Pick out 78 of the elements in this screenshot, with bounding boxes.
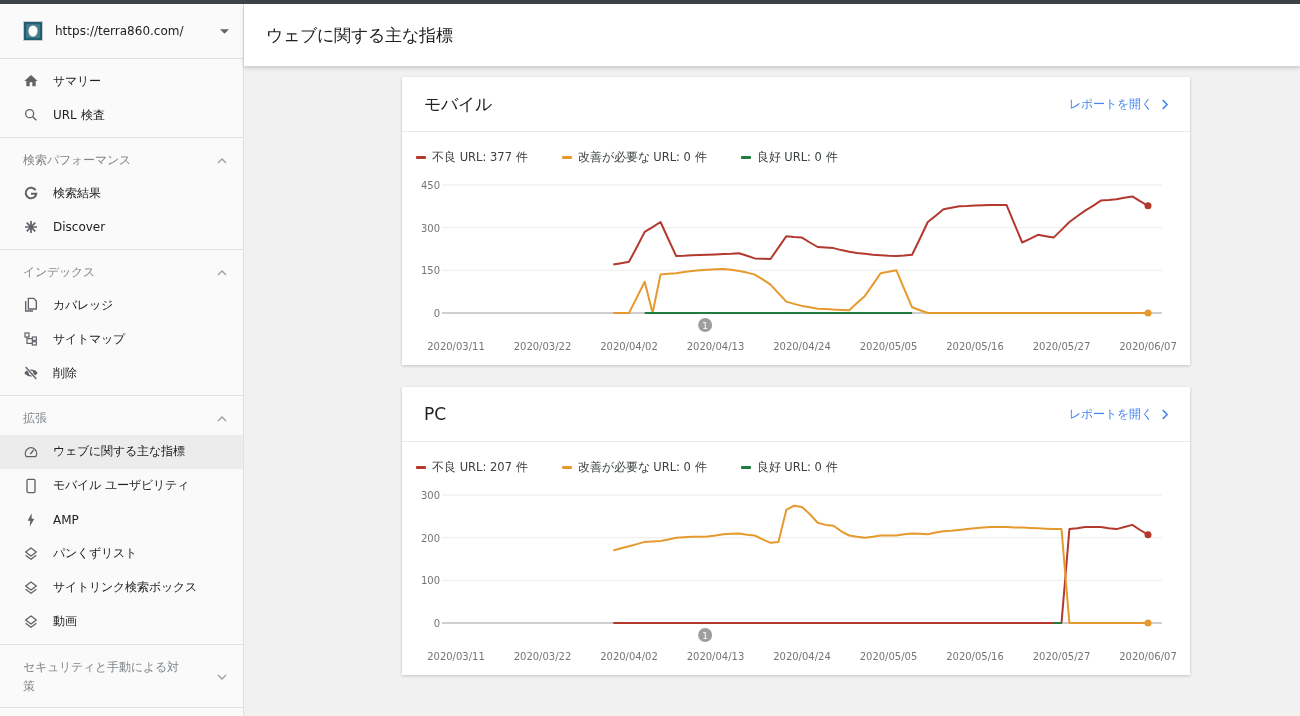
legend-label: 良好 URL: 0 件: [756, 150, 838, 165]
sidebar-item[interactable]: サマリー: [0, 64, 243, 98]
legend-label: 不良 URL: 377 件: [432, 150, 528, 165]
legend-label: 不良 URL: 207 件: [432, 460, 528, 475]
x-tick-label: 2020/03/11: [427, 651, 485, 662]
chevron-icon[interactable]: [217, 269, 227, 276]
chevron-right-icon: [1161, 408, 1168, 420]
end-point-dot: [1144, 202, 1152, 210]
chevron-icon[interactable]: [217, 673, 227, 680]
x-tick-label: 2020/05/05: [859, 651, 918, 662]
sidebar-item[interactable]: URL 検査: [0, 98, 243, 132]
x-tick-label: 2020/05/27: [1032, 651, 1091, 662]
sidebar-item[interactable]: AMP: [0, 502, 243, 537]
section-heading: 検索パフォーマンス: [23, 152, 132, 169]
section-heading: セキュリティと手動による対策: [23, 658, 180, 695]
x-tick-label: 2020/05/16: [946, 341, 1004, 352]
home-icon: [23, 73, 39, 89]
card-title: PC: [424, 404, 447, 424]
sitemap-icon: [23, 331, 39, 348]
phone-icon: [23, 477, 39, 494]
x-tick-label: 2020/04/13: [686, 341, 745, 352]
card-title: モバイル: [424, 92, 492, 116]
open-report-link[interactable]: レポートを開く: [1069, 405, 1168, 423]
x-tick-label: 2020/05/16: [946, 651, 1004, 662]
sidebar-item[interactable]: カバレッジ: [0, 288, 243, 323]
eye-off-icon: [23, 365, 39, 382]
chevron-icon[interactable]: [217, 415, 227, 422]
sidebar-item[interactable]: 削除: [0, 356, 243, 391]
y-tick-label: 200: [420, 532, 440, 544]
y-tick-label: 150: [420, 265, 440, 277]
legend-label: 改善が必要な URL: 0 件: [577, 460, 707, 475]
x-tick-label: 2020/06/07: [1119, 651, 1177, 662]
section-heading: 拡張: [23, 410, 48, 428]
y-tick-label: 450: [420, 180, 440, 191]
x-tick-label: 2020/04/02: [600, 651, 658, 662]
x-tick-label: 2020/04/02: [600, 341, 658, 352]
x-tick-label: 2020/04/24: [773, 651, 831, 662]
layers-icon: [23, 579, 39, 596]
end-point-dot: [1144, 309, 1152, 317]
sidebar-item[interactable]: 動画: [0, 604, 243, 639]
sidebar-item[interactable]: サイトマップ: [0, 322, 243, 357]
open-report-link[interactable]: レポートを開く: [1069, 95, 1168, 113]
asterisk-icon: [23, 219, 39, 236]
sidebar-item[interactable]: 検索結果: [0, 176, 243, 211]
x-tick-label: 2020/03/22: [513, 341, 572, 352]
copy-icon: [23, 297, 39, 314]
sidebar-item[interactable]: サイトリンク検索ボックス: [0, 570, 243, 605]
y-tick-label: 0: [433, 308, 440, 319]
legend-label: 改善が必要な URL: 0 件: [577, 150, 707, 165]
x-tick-label: 2020/03/22: [513, 651, 572, 662]
section-heading: インデックス: [23, 264, 96, 282]
site-favicon-icon: [23, 21, 43, 41]
y-tick-label: 0: [433, 618, 440, 629]
end-point-dot: [1144, 619, 1152, 627]
g-letter-icon: [23, 185, 39, 202]
property-url[interactable]: https://terra860.com/: [55, 24, 220, 38]
y-tick-label: 300: [420, 490, 440, 501]
x-tick-label: 2020/05/27: [1032, 341, 1091, 352]
layers-icon: [23, 613, 39, 630]
chevron-right-icon: [1161, 98, 1168, 110]
sidebar-item[interactable]: ウェブに関する主な指標: [0, 434, 243, 469]
page-title: ウェブに関する主な指標: [266, 23, 453, 47]
sidebar-item[interactable]: モバイル ユーザビリティ: [0, 468, 243, 503]
x-tick-label: 2020/06/07: [1119, 341, 1177, 352]
sidebar-item[interactable]: パンくずリスト: [0, 536, 243, 571]
dropdown-caret-icon[interactable]: [220, 28, 229, 34]
y-tick-label: 100: [420, 575, 440, 587]
x-tick-label: 2020/03/11: [427, 341, 485, 352]
x-tick-label: 2020/04/13: [686, 651, 745, 662]
search-icon: [23, 107, 39, 123]
x-tick-label: 2020/04/24: [773, 341, 831, 352]
chevron-icon[interactable]: [217, 157, 227, 164]
sidebar-item[interactable]: Discover: [0, 210, 243, 245]
legend-label: 良好 URL: 0 件: [756, 460, 838, 475]
layers-icon: [23, 545, 39, 562]
x-tick-label: 2020/05/05: [859, 341, 918, 352]
y-tick-label: 300: [420, 222, 440, 234]
end-point-dot: [1144, 531, 1152, 539]
